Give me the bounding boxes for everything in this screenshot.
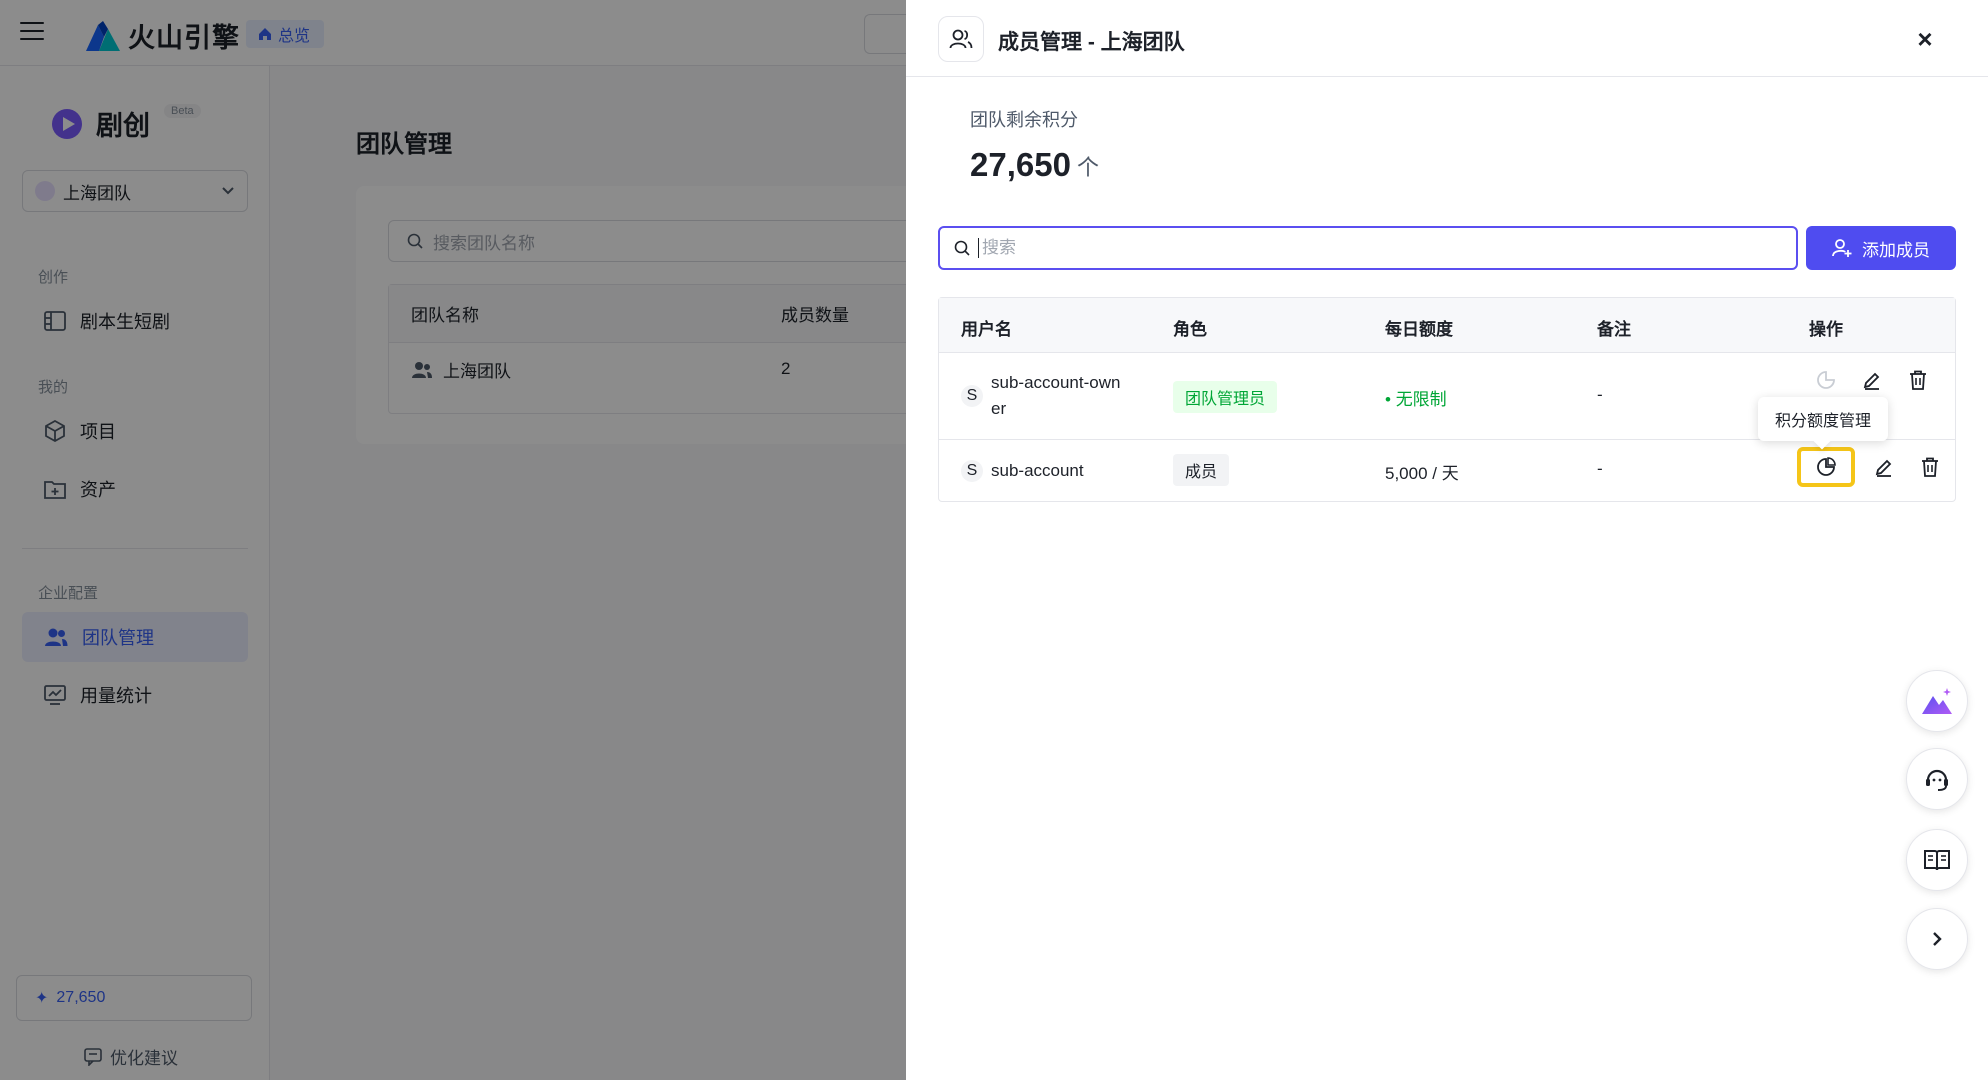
note-cell: - <box>1597 459 1603 478</box>
docs-button[interactable] <box>1906 829 1968 891</box>
members-table-header: 用户名 角色 每日额度 备注 操作 <box>939 298 1955 353</box>
row-actions <box>1809 363 1935 397</box>
quota-value: 无限制 <box>1395 390 1447 409</box>
role-tag: 团队管理员 <box>1173 381 1278 413</box>
user-initial-avatar: S <box>961 385 983 407</box>
user-cell: S sub-account <box>961 458 1129 484</box>
users-outline-icon <box>938 16 984 62</box>
user-initial-avatar: S <box>961 460 983 482</box>
user-cell: S sub-account-owner <box>961 370 1129 422</box>
col-role: 角色 <box>1173 320 1207 339</box>
chevron-right-icon <box>1933 932 1942 946</box>
points-value: 27,650 <box>970 146 1071 183</box>
add-member-label: 添加成员 <box>1862 240 1930 260</box>
edit-button[interactable] <box>1867 450 1901 484</box>
expand-button[interactable] <box>1906 908 1968 970</box>
headset-icon <box>1926 769 1948 791</box>
status-dot: • <box>1385 390 1396 409</box>
quota-management-button[interactable] <box>1809 363 1843 397</box>
member-management-drawer: 成员管理 - 上海团队 × 团队剩余积分 27,650 个 添加成员 用户名 角… <box>906 0 1988 1080</box>
trash-icon <box>1910 370 1926 390</box>
col-daily-quota: 每日额度 <box>1385 320 1453 339</box>
add-member-button[interactable]: 添加成员 <box>1806 226 1956 270</box>
quota-cell: • 无限制 <box>1385 385 1447 410</box>
drawer-title: 成员管理 - 上海团队 <box>998 31 1185 54</box>
ai-assistant-button[interactable] <box>1906 670 1968 732</box>
modal-overlay[interactable] <box>0 0 906 1080</box>
delete-button[interactable] <box>1901 363 1935 397</box>
row-actions <box>1797 447 1947 487</box>
edit-button[interactable] <box>1855 363 1889 397</box>
col-note: 备注 <box>1597 320 1631 339</box>
close-button[interactable]: × <box>1910 24 1940 54</box>
table-row: S sub-account 成员 5,000 / 天 - <box>939 440 1955 501</box>
pencil-icon <box>1863 372 1880 390</box>
points-unit: 个 <box>1076 155 1099 180</box>
col-username: 用户名 <box>961 320 1012 339</box>
quota-management-button[interactable] <box>1797 447 1855 487</box>
points-label: 团队剩余积分 <box>970 110 1078 130</box>
book-icon <box>1924 850 1950 871</box>
user-add-icon <box>1832 239 1852 257</box>
quota-tooltip: 积分额度管理 <box>1758 397 1888 441</box>
trash-icon <box>1922 457 1938 477</box>
points-display: 27,650 个 <box>970 146 1099 184</box>
note-cell: - <box>1597 385 1603 404</box>
mountain-sparkle-icon <box>1922 688 1952 714</box>
support-button[interactable] <box>1906 748 1968 810</box>
drawer-header: 成员管理 - 上海团队 × <box>906 0 1988 77</box>
member-search-field[interactable] <box>938 226 1798 270</box>
search-icon <box>954 240 970 256</box>
quota-value: 5,000 / 天 <box>1385 464 1459 483</box>
pencil-icon <box>1875 459 1892 477</box>
close-icon: × <box>1917 23 1933 54</box>
role-tag: 成员 <box>1173 454 1230 486</box>
username: sub-account <box>991 461 1084 480</box>
username: sub-account-owner <box>991 373 1121 418</box>
col-actions: 操作 <box>1809 320 1843 339</box>
pie-chart-icon <box>1817 457 1836 476</box>
member-search-input[interactable] <box>978 238 1738 258</box>
pie-chart-icon <box>1817 371 1835 389</box>
delete-button[interactable] <box>1913 450 1947 484</box>
